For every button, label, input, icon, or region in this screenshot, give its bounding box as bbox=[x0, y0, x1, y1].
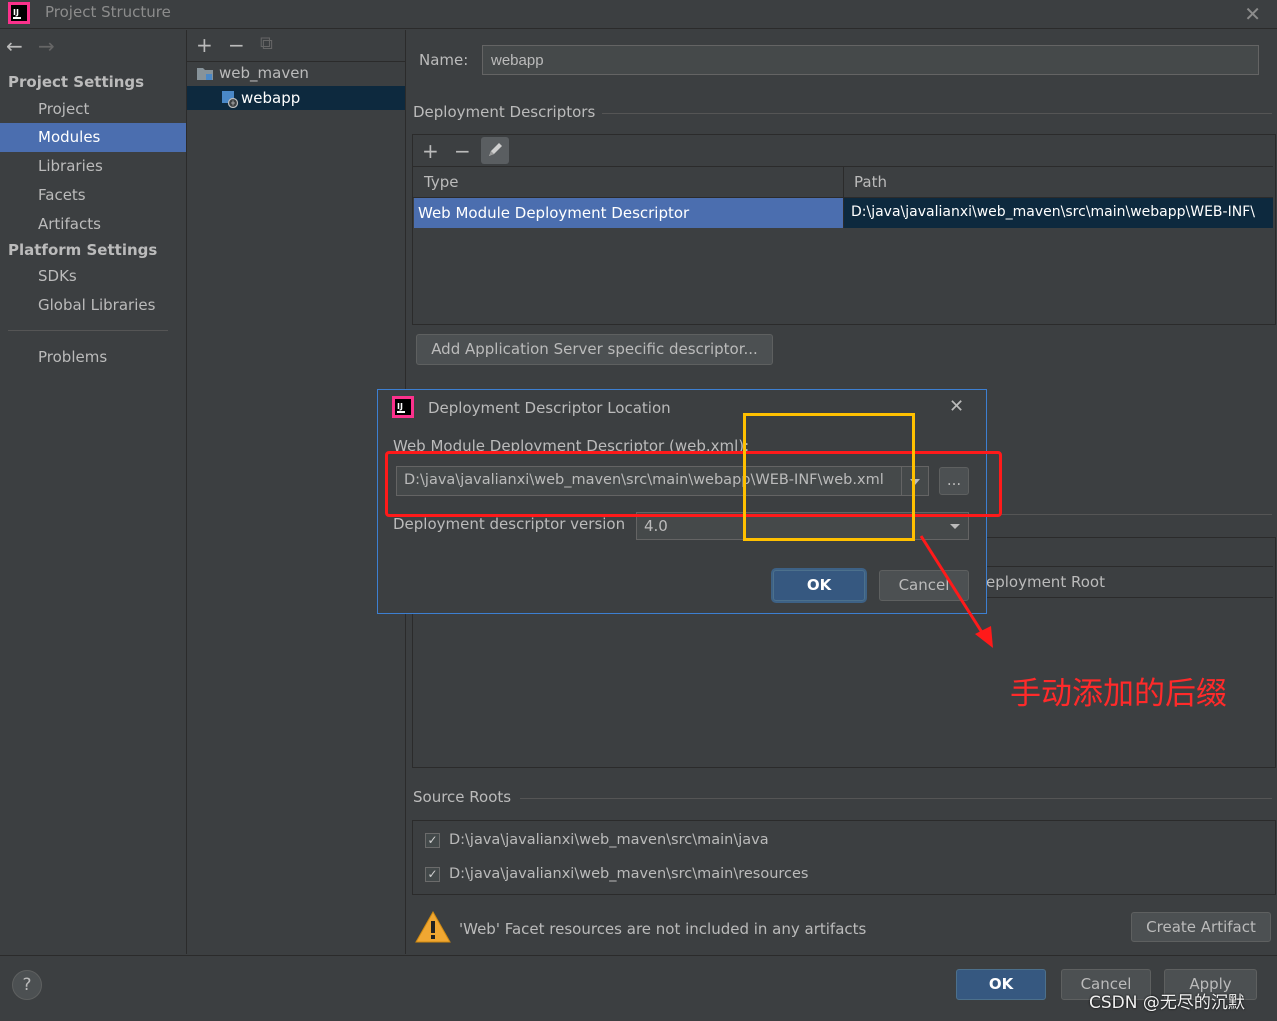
source-root-checkbox[interactable]: ✓ bbox=[425, 867, 440, 882]
create-artifact-button[interactable]: Create Artifact bbox=[1131, 912, 1271, 942]
yellow-highlight-box bbox=[743, 413, 915, 541]
window-title: Project Structure bbox=[45, 3, 171, 21]
back-arrow-icon[interactable]: ← bbox=[6, 34, 23, 58]
sidebar-divider bbox=[8, 330, 168, 331]
tree-node-label: web_maven bbox=[219, 64, 309, 82]
section-divider bbox=[602, 113, 1272, 114]
title-bar: IJ Project Structure ✕ bbox=[0, 0, 1277, 29]
sidebar-item-facets[interactable]: Facets bbox=[0, 181, 186, 210]
source-root-checkbox[interactable]: ✓ bbox=[425, 833, 440, 848]
warning-text: 'Web' Facet resources are not included i… bbox=[459, 920, 867, 938]
intellij-app-icon: IJ bbox=[8, 2, 30, 24]
close-icon[interactable]: ✕ bbox=[1244, 2, 1261, 26]
add-module-button[interactable]: + bbox=[196, 33, 213, 57]
descriptor-type-cell: Web Module Deployment Descriptor bbox=[418, 204, 690, 222]
dialog-title: Deployment Descriptor Location bbox=[428, 399, 671, 417]
section-divider bbox=[987, 514, 1272, 515]
name-input[interactable] bbox=[482, 45, 1259, 75]
source-root-path: D:\java\javalianxi\web_maven\src\main\ja… bbox=[449, 832, 769, 848]
sidebar-item-sdks[interactable]: SDKs bbox=[0, 262, 186, 291]
name-label: Name: bbox=[419, 51, 469, 69]
sidebar-item-libraries[interactable]: Libraries bbox=[0, 152, 186, 181]
dialog-close-icon[interactable]: ✕ bbox=[949, 396, 964, 417]
source-roots-title: Source Roots bbox=[413, 788, 512, 806]
module-tree-pane bbox=[187, 30, 406, 954]
source-root-path: D:\java\javalianxi\web_maven\src\main\re… bbox=[449, 866, 809, 882]
platform-settings-header: Platform Settings bbox=[8, 241, 158, 259]
sidebar-item-artifacts[interactable]: Artifacts bbox=[0, 210, 186, 239]
annotation-text: 手动添加的后缀 bbox=[1010, 676, 1227, 712]
table-row[interactable]: Web Module Deployment Descriptor bbox=[414, 198, 843, 228]
version-value: 4.0 bbox=[644, 517, 668, 535]
descriptor-path-cell: D:\java\javalianxi\web_maven\src\main\we… bbox=[851, 204, 1255, 220]
sidebar-item-global-libraries[interactable]: Global Libraries bbox=[0, 291, 186, 320]
warning-icon bbox=[415, 910, 451, 943]
dialog-ok-button[interactable]: OK bbox=[773, 570, 865, 601]
remove-module-button[interactable]: − bbox=[228, 33, 245, 57]
tree-node-web-maven[interactable]: web_maven bbox=[187, 61, 405, 85]
section-divider bbox=[520, 798, 1272, 799]
sidebar-item-modules[interactable]: Modules bbox=[0, 123, 186, 152]
add-descriptor-button[interactable]: + bbox=[422, 139, 439, 163]
svg-text:IJ: IJ bbox=[13, 8, 19, 17]
deployment-descriptors-title: Deployment Descriptors bbox=[413, 103, 596, 121]
column-path[interactable]: Path bbox=[854, 173, 887, 191]
svg-text:IJ: IJ bbox=[397, 402, 403, 411]
version-label: Deployment descriptor version bbox=[393, 515, 626, 533]
remove-descriptor-button[interactable]: − bbox=[454, 139, 471, 163]
help-button[interactable]: ? bbox=[12, 970, 42, 1000]
column-type[interactable]: Type bbox=[424, 173, 458, 191]
descriptor-table-panel bbox=[412, 134, 1276, 325]
watermark: CSDN @无尽的沉默 bbox=[1089, 993, 1245, 1013]
tree-node-label: webapp bbox=[241, 89, 301, 107]
sidebar-item-project[interactable]: Project bbox=[0, 95, 186, 124]
red-arrow-annotation bbox=[919, 535, 993, 648]
pencil-icon bbox=[489, 143, 502, 156]
table-row-path[interactable]: D:\java\javalianxi\web_maven\src\main\we… bbox=[844, 198, 1273, 228]
edit-descriptor-button[interactable] bbox=[481, 137, 509, 164]
intellij-app-icon: IJ bbox=[392, 396, 414, 418]
copy-module-button[interactable]: ⧉ bbox=[260, 33, 273, 54]
tree-node-webapp[interactable]: webapp bbox=[187, 86, 405, 110]
add-server-descriptor-button[interactable]: Add Application Server specific descript… bbox=[416, 334, 773, 365]
folder-icon bbox=[197, 68, 213, 80]
sidebar-item-problems[interactable]: Problems bbox=[0, 343, 186, 372]
web-facet-icon bbox=[222, 91, 239, 108]
forward-arrow-icon[interactable]: → bbox=[38, 34, 55, 58]
ok-button[interactable]: OK bbox=[956, 969, 1046, 1000]
project-settings-header: Project Settings bbox=[8, 73, 145, 91]
